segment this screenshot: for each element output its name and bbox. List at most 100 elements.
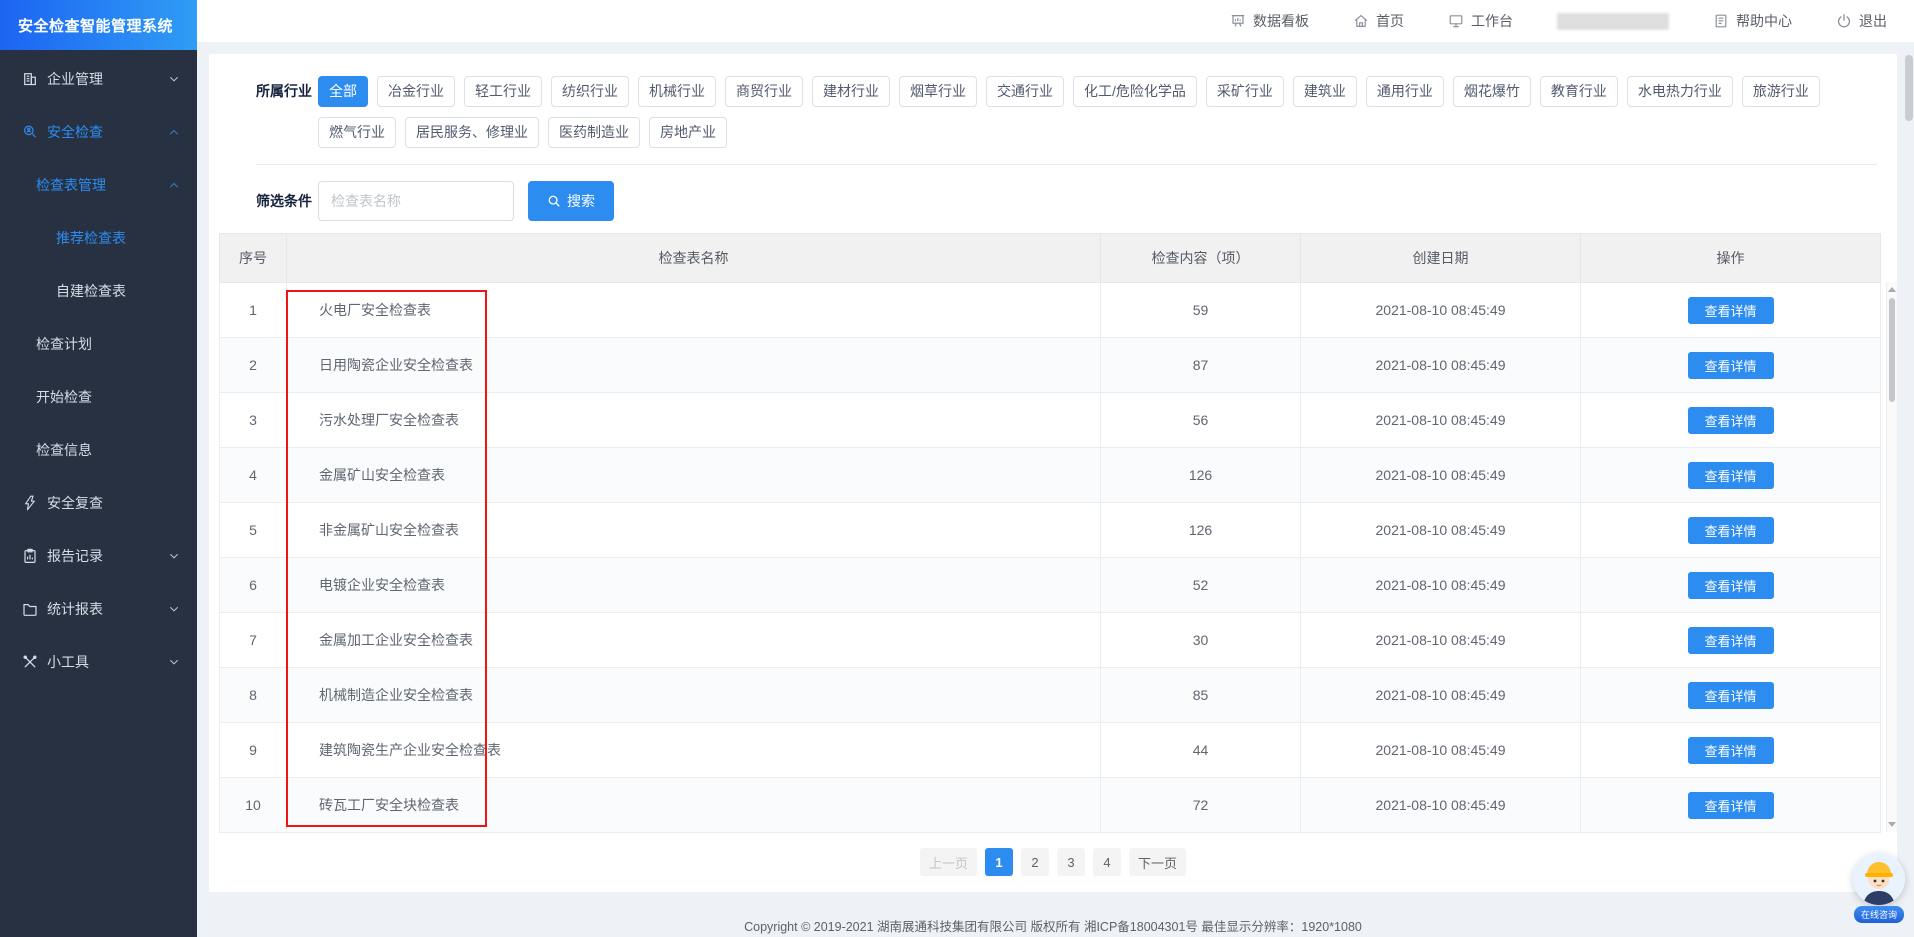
topbar-home[interactable]: 首页: [1353, 11, 1404, 31]
table-header-row: 序号检查表名称检查内容（项）创建日期操作: [220, 234, 1881, 283]
search-button[interactable]: 搜索: [528, 181, 614, 221]
table-row: 9建筑陶瓷生产企业安全检查表442021-08-10 08:45:49查看详情: [220, 723, 1881, 778]
industry-tag[interactable]: 旅游行业: [1742, 76, 1820, 107]
scroll-down-arrow-icon[interactable]: [1888, 822, 1896, 827]
industry-tag[interactable]: 交通行业: [986, 76, 1064, 107]
app-logo: 安全检查智能管理系统: [0, 0, 197, 50]
cell-date: 2021-08-10 08:45:49: [1301, 393, 1581, 448]
topbar-data-board[interactable]: 数据看板: [1230, 11, 1309, 31]
content-card: 所属行业 全部冶金行业轻工行业纺织行业机械行业商贸行业建材行业烟草行业交通行业化…: [209, 54, 1897, 892]
industry-tag[interactable]: 房地产业: [649, 117, 727, 148]
topbar-logout[interactable]: 退出: [1836, 11, 1887, 31]
copyright-text: Copyright © 2019-2021 湖南展通科技集团有限公司 版权所有 …: [744, 920, 1362, 934]
cell-index: 7: [220, 613, 287, 668]
cell-items: 30: [1101, 613, 1301, 668]
topbar-item-label: 帮助中心: [1736, 11, 1792, 31]
search-icon: [547, 194, 561, 208]
sidebar: 安全检查智能管理系统 企业管理安全检查检查表管理推荐检查表自建检查表检查计划开始…: [0, 0, 197, 937]
table-scrollbar-thumb[interactable]: [1889, 298, 1895, 402]
sidebar-item-checklist-management[interactable]: 检查表管理: [0, 158, 197, 211]
cell-action: 查看详情: [1581, 393, 1881, 448]
cell-action: 查看详情: [1581, 448, 1881, 503]
pagination-page-1[interactable]: 1: [985, 848, 1013, 876]
view-detail-button[interactable]: 查看详情: [1688, 627, 1774, 654]
view-detail-button[interactable]: 查看详情: [1688, 737, 1774, 764]
sidebar-item-inspection-info[interactable]: 检查信息: [0, 423, 197, 476]
industry-tag[interactable]: 冶金行业: [377, 76, 455, 107]
cell-name: 电镀企业安全检查表: [287, 558, 1101, 613]
topbar-workbench[interactable]: 工作台: [1448, 11, 1513, 31]
industry-tag[interactable]: 化工/危险化学品: [1073, 76, 1197, 107]
industry-tag[interactable]: 商贸行业: [725, 76, 803, 107]
table-body: 1火电厂安全检查表592021-08-10 08:45:49查看详情2日用陶瓷企…: [220, 283, 1881, 833]
cell-action: 查看详情: [1581, 558, 1881, 613]
pagination-next[interactable]: 下一页: [1129, 848, 1186, 876]
industry-tag[interactable]: 机械行业: [638, 76, 716, 107]
sidebar-item-recommended-checklist[interactable]: 推荐检查表: [0, 211, 197, 264]
view-detail-button[interactable]: 查看详情: [1688, 352, 1774, 379]
sidebar-item-label: 企业管理: [47, 69, 103, 89]
cell-name: 火电厂安全检查表: [287, 283, 1101, 338]
sidebar-item-small-tools[interactable]: 小工具: [0, 635, 197, 688]
pagination-page-4[interactable]: 4: [1093, 848, 1121, 876]
industry-tag[interactable]: 采矿行业: [1206, 76, 1284, 107]
cell-index: 1: [220, 283, 287, 338]
pagination-page-3[interactable]: 3: [1057, 848, 1085, 876]
sidebar-item-inspection-plan[interactable]: 检查计划: [0, 317, 197, 370]
sidebar-item-statistics-reports[interactable]: 统计报表: [0, 582, 197, 635]
sidebar-item-safety-recheck[interactable]: 安全复查: [0, 476, 197, 529]
industry-tag[interactable]: 医药制造业: [548, 117, 640, 148]
cell-items: 87: [1101, 338, 1301, 393]
topbar-help-center[interactable]: 帮助中心: [1713, 11, 1792, 31]
industry-tag[interactable]: 水电热力行业: [1627, 76, 1733, 107]
view-detail-button[interactable]: 查看详情: [1688, 517, 1774, 544]
workbench-icon: [1448, 13, 1464, 29]
view-detail-button[interactable]: 查看详情: [1688, 297, 1774, 324]
industry-tag[interactable]: 烟花爆竹: [1453, 76, 1531, 107]
sidebar-item-enterprise-management[interactable]: 企业管理: [0, 52, 197, 105]
sidebar-item-label: 统计报表: [47, 599, 103, 619]
online-chat-widget[interactable]: 在线咨询: [1850, 853, 1908, 923]
sidebar-item-safety-inspection[interactable]: 安全检查: [0, 105, 197, 158]
page-scrollbar[interactable]: [1905, 55, 1913, 121]
sidebar-item-report-records[interactable]: 报告记录: [0, 529, 197, 582]
pagination-prev[interactable]: 上一页: [920, 848, 977, 876]
table-scrollbar[interactable]: [1886, 282, 1897, 832]
cell-index: 9: [220, 723, 287, 778]
chat-avatar[interactable]: [1853, 853, 1905, 905]
chevron-down-icon: [168, 603, 180, 615]
view-detail-button[interactable]: 查看详情: [1688, 572, 1774, 599]
sidebar-item-start-inspection[interactable]: 开始检查: [0, 370, 197, 423]
view-detail-button[interactable]: 查看详情: [1688, 792, 1774, 819]
view-detail-button[interactable]: 查看详情: [1688, 682, 1774, 709]
sidebar-item-label: 推荐检查表: [56, 228, 126, 248]
industry-tag[interactable]: 燃气行业: [318, 117, 396, 148]
industry-tag[interactable]: 轻工行业: [464, 76, 542, 107]
cell-date: 2021-08-10 08:45:49: [1301, 558, 1581, 613]
chevron-up-icon: [168, 126, 180, 138]
folder-icon: [22, 601, 38, 617]
cell-date: 2021-08-10 08:45:49: [1301, 503, 1581, 558]
industry-tag[interactable]: 通用行业: [1366, 76, 1444, 107]
table-row: 7金属加工企业安全检查表302021-08-10 08:45:49查看详情: [220, 613, 1881, 668]
search-input[interactable]: [318, 181, 514, 221]
industry-tag[interactable]: 居民服务、修理业: [405, 117, 539, 148]
topbar-item-label: 数据看板: [1253, 11, 1309, 31]
cell-action: 查看详情: [1581, 723, 1881, 778]
sidebar-item-self-built-checklist[interactable]: 自建检查表: [0, 264, 197, 317]
condition-label: 筛选条件: [256, 181, 318, 221]
scroll-up-arrow-icon[interactable]: [1888, 287, 1896, 292]
industry-tag[interactable]: 教育行业: [1540, 76, 1618, 107]
industry-tag[interactable]: 建材行业: [812, 76, 890, 107]
table-row: 6电镀企业安全检查表522021-08-10 08:45:49查看详情: [220, 558, 1881, 613]
sidebar-item-label: 小工具: [47, 652, 89, 672]
industry-tag[interactable]: 纺织行业: [551, 76, 629, 107]
industry-tag[interactable]: 烟草行业: [899, 76, 977, 107]
industry-tag[interactable]: 全部: [318, 76, 368, 107]
sidebar-menu: 企业管理安全检查检查表管理推荐检查表自建检查表检查计划开始检查检查信息安全复查报…: [0, 50, 197, 688]
pagination-page-2[interactable]: 2: [1021, 848, 1049, 876]
view-detail-button[interactable]: 查看详情: [1688, 407, 1774, 434]
industry-tag[interactable]: 建筑业: [1293, 76, 1357, 107]
chat-label[interactable]: 在线咨询: [1854, 906, 1904, 923]
view-detail-button[interactable]: 查看详情: [1688, 462, 1774, 489]
